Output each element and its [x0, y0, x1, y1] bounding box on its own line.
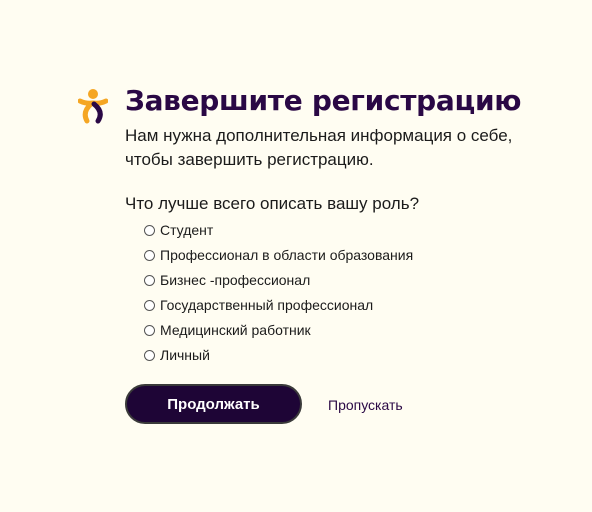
role-question: Что лучше всего описать вашу роль? — [125, 194, 420, 213]
radio-button[interactable] — [144, 275, 155, 286]
role-option-personal[interactable]: Личный — [144, 343, 413, 368]
role-option-education-professional[interactable]: Профессионал в области образования — [144, 243, 413, 268]
role-option-label: Личный — [160, 347, 210, 363]
radio-button[interactable] — [144, 250, 155, 261]
radio-button[interactable] — [144, 350, 155, 361]
skip-link[interactable]: Пропускать — [328, 396, 403, 414]
role-option-label: Бизнес -профессионал — [160, 272, 311, 288]
role-option-label: Студент — [160, 222, 214, 238]
role-option-label: Государственный профессионал — [160, 297, 374, 313]
radio-button[interactable] — [144, 300, 155, 311]
continue-button[interactable]: Продолжать — [125, 384, 302, 424]
page-subtitle: Нам нужна дополнительная информация о се… — [125, 126, 513, 169]
radio-button[interactable] — [144, 325, 155, 336]
role-option-label: Профессионал в области образования — [160, 247, 414, 263]
person-logo-icon — [78, 89, 108, 124]
role-option-medical-worker[interactable]: Медицинский работник — [144, 318, 413, 343]
role-option-student[interactable]: Студент — [144, 218, 413, 243]
radio-button[interactable] — [144, 225, 155, 236]
role-option-government-professional[interactable]: Государственный профессионал — [144, 293, 413, 318]
role-options: Студент Профессионал в области образован… — [144, 218, 413, 368]
page-title: Завершите регистрацию — [125, 84, 522, 117]
role-option-business-professional[interactable]: Бизнес -профессионал — [144, 268, 413, 293]
role-option-label: Медицинский работник — [160, 322, 311, 338]
